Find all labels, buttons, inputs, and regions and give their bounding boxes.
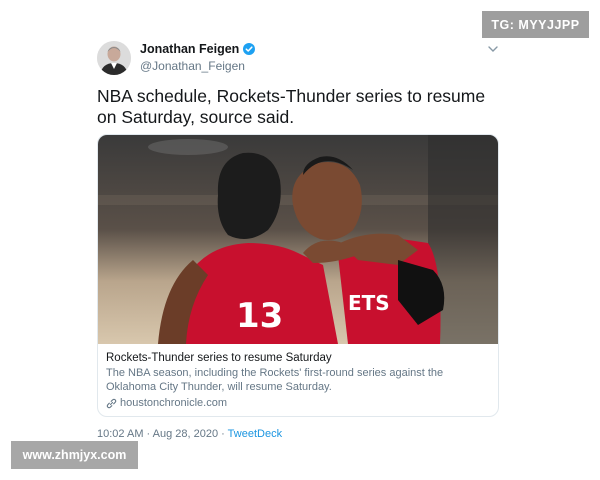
jersey-text: ETS (348, 291, 390, 315)
author-handle[interactable]: @Jonathan_Feigen (140, 59, 255, 73)
link-icon (106, 398, 117, 409)
author-block: Jonathan Feigen @Jonathan_Feigen (140, 42, 256, 73)
card-title: Rockets-Thunder series to resume Saturda… (106, 352, 332, 364)
card-domain: houstonchronicle.com (120, 397, 228, 409)
tweet-source-link[interactable]: TweetDeck (228, 428, 282, 440)
watermark-top-right: TG: MYYJJPP (482, 11, 589, 38)
tweet-meta: 10:02 AM · Aug 28, 2020 · TweetDeck (97, 428, 282, 440)
card-description: The NBA season, including the Rockets' f… (106, 367, 444, 393)
link-card[interactable]: 13 ETS Rockets-Thunder series to resume … (97, 134, 499, 417)
author-name[interactable]: Jonathan Feigen (140, 42, 239, 56)
watermark-bottom-left: www.zhmjyx.com (11, 441, 138, 469)
avatar[interactable] (97, 41, 131, 75)
verified-badge-icon (243, 43, 256, 55)
meta-separator: · (218, 428, 228, 440)
card-domain-row: houstonchronicle.com (106, 397, 491, 409)
card-image: 13 ETS (98, 135, 498, 344)
tweet-text: NBA schedule, Rockets-Thunder series to … (97, 86, 486, 127)
jersey-number: 13 (236, 296, 283, 336)
tweet-timestamp[interactable]: 10:02 AM · Aug 28, 2020 (97, 428, 218, 440)
chevron-down-icon[interactable] (487, 42, 499, 54)
avatar-photo (97, 41, 131, 75)
